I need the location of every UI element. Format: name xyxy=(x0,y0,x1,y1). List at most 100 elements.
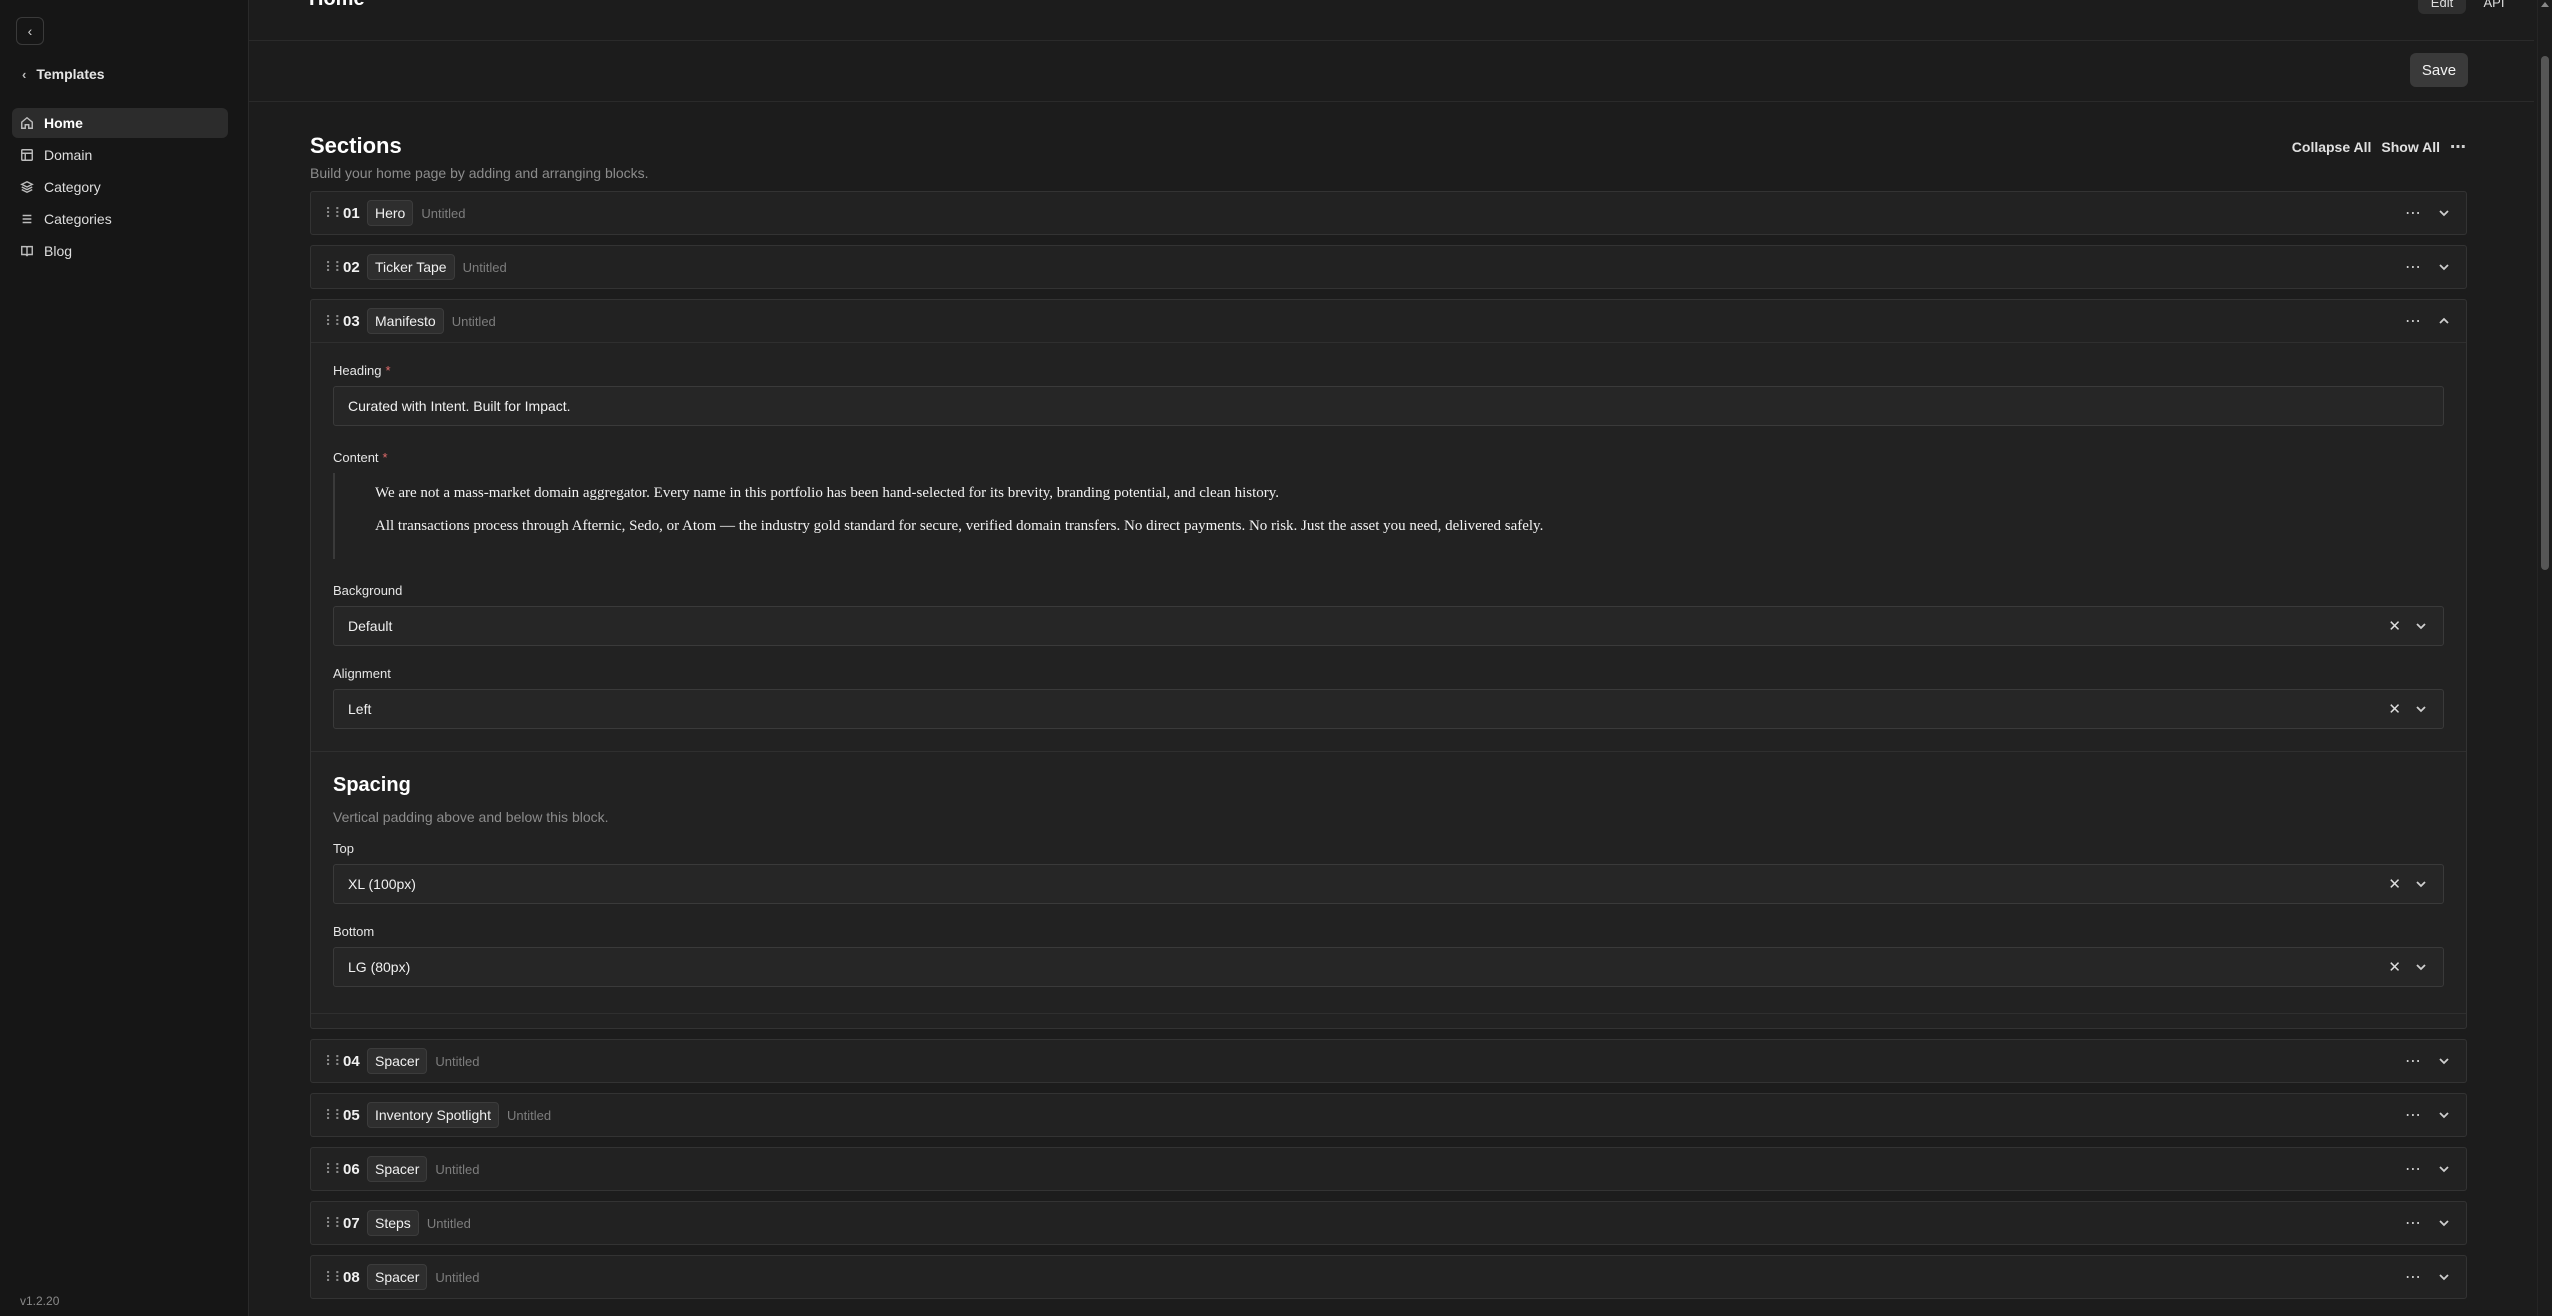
sidebar-item-label: Home xyxy=(44,115,83,131)
spacing-subtitle: Vertical padding above and below this bl… xyxy=(333,809,609,825)
back-to-templates-link[interactable]: ‹ Templates xyxy=(22,66,105,82)
more-options-icon[interactable]: ⋯ xyxy=(2405,257,2422,277)
chevron-down-icon[interactable] xyxy=(2436,1053,2452,1069)
chevron-down-icon[interactable] xyxy=(2436,1269,2452,1285)
more-options-icon[interactable]: ⋯ xyxy=(2405,1213,2422,1233)
alignment-value: Left xyxy=(348,701,372,717)
more-options-icon[interactable]: ⋯ xyxy=(2405,1159,2422,1179)
drag-handle-icon[interactable]: ⠇⠇ xyxy=(325,1161,345,1178)
alignment-select[interactable]: Left ✕ xyxy=(333,689,2444,729)
block-name: Untitled xyxy=(435,1269,480,1285)
top-bar: Home Edit API xyxy=(249,0,2534,41)
heading-input[interactable]: Curated with Intent. Built for Impact. xyxy=(333,386,2444,426)
section-block: ⠇⠇ 04 Spacer Untitled ⋯ xyxy=(310,1039,2467,1083)
block-number: 05 xyxy=(343,1106,360,1124)
alignment-label: Alignment xyxy=(333,666,391,681)
sidebar-item-category[interactable]: Category xyxy=(12,172,228,202)
chevron-down-icon[interactable] xyxy=(2436,205,2452,221)
scrollbar[interactable] xyxy=(2537,0,2552,1316)
section-block-header[interactable]: ⠇⠇ 08 Spacer Untitled ⋯ xyxy=(311,1256,2466,1298)
collapse-all-button[interactable]: Collapse All xyxy=(2292,139,2372,155)
sidebar-item-label: Blog xyxy=(44,243,73,259)
show-all-button[interactable]: Show All xyxy=(2381,139,2440,155)
chevron-up-icon[interactable] xyxy=(2436,313,2452,329)
block-name: Untitled xyxy=(462,259,507,275)
clear-icon[interactable]: ✕ xyxy=(2388,958,2401,976)
sidebar-item-label: Domain xyxy=(44,147,93,163)
spacing-title: Spacing xyxy=(333,774,411,796)
more-options-icon[interactable]: ⋯ xyxy=(2405,1105,2422,1125)
section-block: ⠇⠇ 01 Hero Untitled ⋯ xyxy=(310,191,2467,235)
chevron-down-icon[interactable] xyxy=(2413,876,2429,892)
scrollbar-thumb[interactable] xyxy=(2541,56,2549,570)
chevron-down-icon[interactable] xyxy=(2413,701,2429,717)
section-block-header[interactable]: ⠇⠇ 07 Steps Untitled ⋯ xyxy=(311,1202,2466,1244)
chevron-down-icon[interactable] xyxy=(2436,1215,2452,1231)
section-block: ⠇⠇ 08 Spacer Untitled ⋯ xyxy=(310,1255,2467,1299)
bottom-spacing-select[interactable]: LG (80px) ✕ xyxy=(333,947,2444,987)
main-content: Sections Build your home page by adding … xyxy=(310,101,2467,1309)
sections-header: Sections Build your home page by adding … xyxy=(310,101,2467,191)
chevron-down-icon[interactable] xyxy=(2413,959,2429,975)
block-type-badge: Spacer xyxy=(367,1156,428,1182)
edit-button[interactable]: Edit xyxy=(2418,0,2466,14)
drag-handle-icon[interactable]: ⠇⠇ xyxy=(325,1107,345,1124)
content-editor[interactable]: We are not a mass-market domain aggregat… xyxy=(333,473,2444,559)
section-block-header[interactable]: ⠇⠇ 01 Hero Untitled ⋯ xyxy=(311,192,2466,234)
more-options-icon[interactable]: ⋯ xyxy=(2450,137,2467,157)
drag-handle-icon[interactable]: ⠇⠇ xyxy=(325,1053,345,1070)
api-button[interactable]: API xyxy=(2474,0,2514,14)
drag-handle-icon[interactable]: ⠇⠇ xyxy=(325,259,345,276)
page-title: Home xyxy=(309,0,365,11)
block-number: 07 xyxy=(343,1214,360,1232)
block-type-badge: Spacer xyxy=(367,1264,428,1290)
section-block-header[interactable]: ⠇⠇ 05 Inventory Spotlight Untitled ⋯ xyxy=(311,1094,2466,1136)
chevron-down-icon[interactable] xyxy=(2436,1107,2452,1123)
home-icon xyxy=(21,116,33,129)
block-name: Untitled xyxy=(451,313,496,329)
sidebar-item-home[interactable]: Home xyxy=(12,108,228,138)
content-label: Content * xyxy=(333,450,388,465)
sidebar-nav: Home Domain Category Categories Blog xyxy=(12,108,228,268)
block-type-badge: Spacer xyxy=(367,1048,428,1074)
block-number: 03 xyxy=(343,312,360,330)
more-options-icon[interactable]: ⋯ xyxy=(2405,311,2422,331)
block-type-badge: Inventory Spotlight xyxy=(367,1102,499,1128)
collapse-sidebar-button[interactable]: ‹ xyxy=(16,17,44,45)
drag-handle-icon[interactable]: ⠇⠇ xyxy=(325,205,345,222)
block-name: Untitled xyxy=(435,1161,480,1177)
block-type-badge: Manifesto xyxy=(367,308,444,334)
sidebar-item-domain[interactable]: Domain xyxy=(12,140,228,170)
save-button[interactable]: Save xyxy=(2410,53,2468,87)
more-options-icon[interactable]: ⋯ xyxy=(2405,1051,2422,1071)
background-select[interactable]: Default ✕ xyxy=(333,606,2444,646)
chevron-down-icon[interactable] xyxy=(2436,1161,2452,1177)
drag-handle-icon[interactable]: ⠇⠇ xyxy=(325,1215,345,1232)
list-icon xyxy=(22,214,32,224)
block-name: Untitled xyxy=(426,1215,471,1231)
block-number: 01 xyxy=(343,204,360,222)
scroll-up-icon[interactable] xyxy=(2541,2,2549,7)
chevron-down-icon[interactable] xyxy=(2413,618,2429,634)
section-block: ⠇⠇ 06 Spacer Untitled ⋯ xyxy=(310,1147,2467,1191)
sidebar-item-categories[interactable]: Categories xyxy=(12,204,228,234)
chevron-down-icon[interactable] xyxy=(2436,259,2452,275)
section-block-header[interactable]: ⠇⠇ 03 Manifesto Untitled ⋯ xyxy=(311,300,2466,343)
chevron-left-icon: ‹ xyxy=(27,23,33,39)
more-options-icon[interactable]: ⋯ xyxy=(2405,1267,2422,1287)
drag-handle-icon[interactable]: ⠇⠇ xyxy=(325,1269,345,1286)
clear-icon[interactable]: ✕ xyxy=(2388,875,2401,893)
block-name: Untitled xyxy=(435,1053,480,1069)
top-spacing-select[interactable]: XL (100px) ✕ xyxy=(333,864,2444,904)
layout-icon xyxy=(21,149,33,161)
section-block-manifesto: ⠇⠇ 03 Manifesto Untitled ⋯ Heading * Cura… xyxy=(310,299,2467,1029)
more-options-icon[interactable]: ⋯ xyxy=(2405,203,2422,223)
book-icon xyxy=(21,245,33,257)
sidebar-item-blog[interactable]: Blog xyxy=(12,236,228,266)
clear-icon[interactable]: ✕ xyxy=(2388,617,2401,635)
drag-handle-icon[interactable]: ⠇⠇ xyxy=(325,313,345,330)
section-block-header[interactable]: ⠇⠇ 06 Spacer Untitled ⋯ xyxy=(311,1148,2466,1190)
section-block-header[interactable]: ⠇⠇ 02 Ticker Tape Untitled ⋯ xyxy=(311,246,2466,288)
clear-icon[interactable]: ✕ xyxy=(2388,700,2401,718)
section-block-header[interactable]: ⠇⠇ 04 Spacer Untitled ⋯ xyxy=(311,1040,2466,1082)
